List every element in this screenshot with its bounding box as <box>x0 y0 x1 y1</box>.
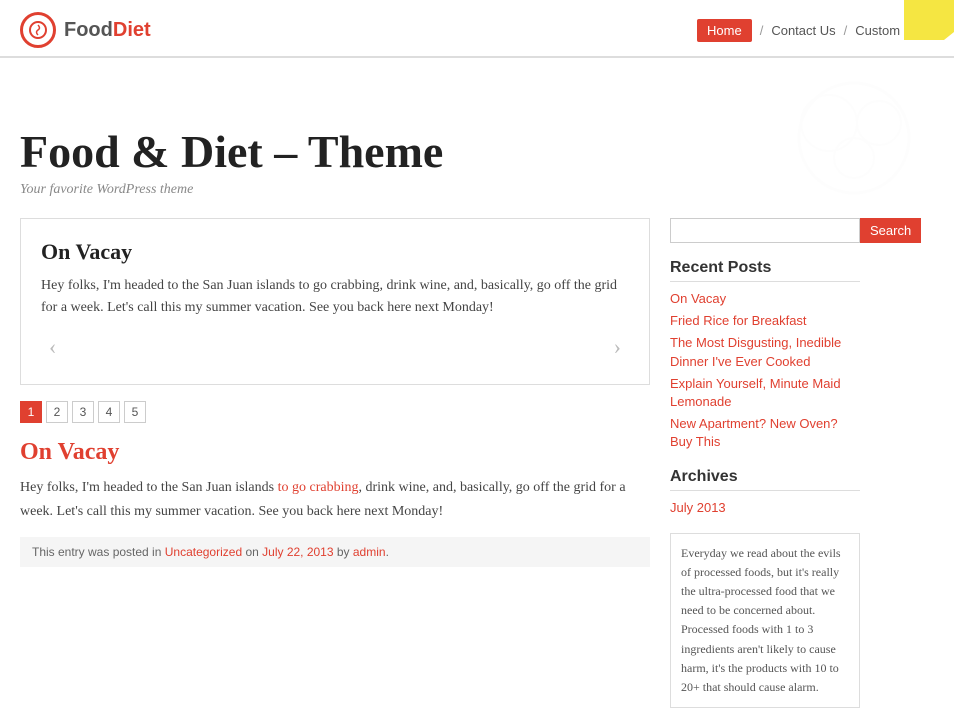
post-title: On Vacay <box>20 439 650 466</box>
archive-july-2013[interactable]: July 2013 <box>670 499 860 517</box>
hero-section: Food & Diet – Theme Your favorite WordPr… <box>0 58 954 208</box>
featured-title: On Vacay <box>41 239 629 265</box>
meta-middle: on <box>242 545 262 559</box>
blog-post: On Vacay Hey folks, I'm headed to the Sa… <box>20 439 650 568</box>
nav-sep1: / <box>760 23 764 38</box>
meta-author[interactable]: admin <box>353 545 386 559</box>
carousel-prev[interactable]: ‹ <box>41 330 64 364</box>
post-body: Hey folks, I'm headed to the San Juan is… <box>20 476 650 524</box>
recent-posts-section: Recent Posts On Vacay Fried Rice for Bre… <box>670 259 860 452</box>
pagination: 1 2 3 4 5 <box>20 401 650 423</box>
post-body-before: Hey folks, I'm headed to the San Juan is… <box>20 480 278 495</box>
nav-home[interactable]: Home <box>697 19 752 42</box>
search-input[interactable] <box>670 218 860 243</box>
recent-post-0[interactable]: On Vacay <box>670 290 860 308</box>
logo: FoodDiet <box>20 12 151 48</box>
logo-food: Food <box>64 19 113 41</box>
meta-date[interactable]: July 22, 2013 <box>262 545 333 559</box>
recent-posts-title: Recent Posts <box>670 259 860 282</box>
meta-by: by <box>334 545 353 559</box>
page-2[interactable]: 2 <box>46 401 68 423</box>
nav: Home / Contact Us / Custom Form <box>697 19 934 42</box>
hero-title: Food & Diet – Theme <box>20 125 443 178</box>
main-content: On Vacay Hey folks, I'm headed to the Sa… <box>0 208 954 718</box>
hero-graphic <box>774 78 934 198</box>
page-3[interactable]: 3 <box>72 401 94 423</box>
carousel-next[interactable]: › <box>606 330 629 364</box>
carousel-nav: ‹ › <box>41 330 629 364</box>
meta-before: This entry was posted in <box>32 545 165 559</box>
page-1[interactable]: 1 <box>20 401 42 423</box>
sticky-note <box>904 0 954 40</box>
nav-contact[interactable]: Contact Us <box>771 23 835 38</box>
hero-subtitle: Your favorite WordPress theme <box>20 182 443 198</box>
search-box: Search <box>670 218 860 243</box>
archives-title: Archives <box>670 468 860 491</box>
meta-category[interactable]: Uncategorized <box>165 545 242 559</box>
archives-section: Archives July 2013 <box>670 468 860 517</box>
page-4[interactable]: 4 <box>98 401 120 423</box>
recent-post-1[interactable]: Fried Rice for Breakfast <box>670 312 860 330</box>
header: FoodDiet Home / Contact Us / Custom Form <box>0 0 954 57</box>
featured-post-box: On Vacay Hey folks, I'm headed to the Sa… <box>20 218 650 385</box>
nav-sep2: / <box>844 23 848 38</box>
sidebar-text-box: Everyday we read about the evils of proc… <box>670 533 860 709</box>
logo-text: FoodDiet <box>64 19 151 42</box>
featured-body: Hey folks, I'm headed to the San Juan is… <box>41 275 629 320</box>
recent-post-2[interactable]: The Most Disgusting, Inedible Dinner I'v… <box>670 334 860 370</box>
sidebar: Search Recent Posts On Vacay Fried Rice … <box>670 218 860 708</box>
recent-post-3[interactable]: Explain Yourself, Minute Maid Lemonade <box>670 375 860 411</box>
logo-icon <box>20 12 56 48</box>
content-area: On Vacay Hey folks, I'm headed to the Sa… <box>20 218 650 708</box>
sidebar-text: Everyday we read about the evils of proc… <box>681 546 841 694</box>
page-5[interactable]: 5 <box>124 401 146 423</box>
search-button[interactable]: Search <box>860 218 921 243</box>
recent-post-4[interactable]: New Apartment? New Oven? Buy This <box>670 415 860 451</box>
post-meta: This entry was posted in Uncategorized o… <box>20 537 650 567</box>
post-body-link[interactable]: to go crabbing <box>278 480 359 495</box>
hero-text: Food & Diet – Theme Your favorite WordPr… <box>20 125 443 198</box>
meta-end: . <box>386 545 389 559</box>
logo-diet: Diet <box>113 19 151 41</box>
